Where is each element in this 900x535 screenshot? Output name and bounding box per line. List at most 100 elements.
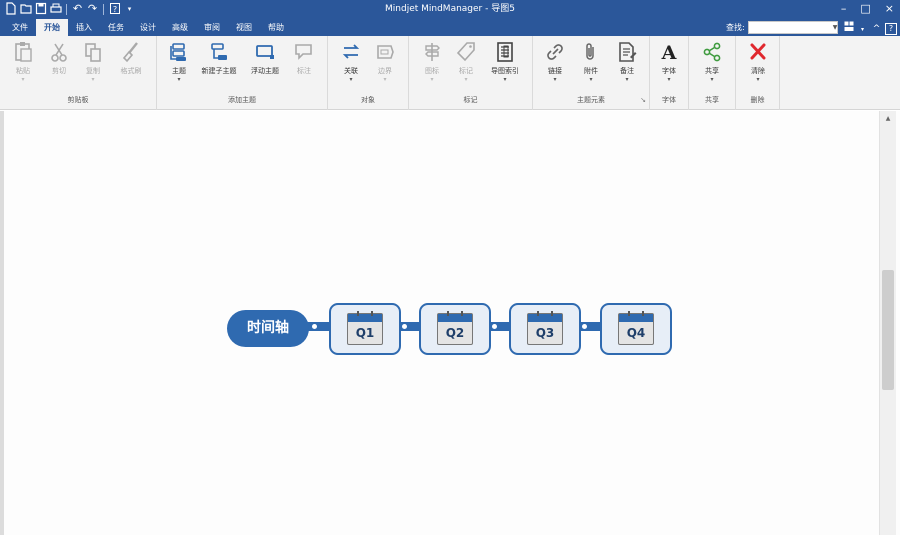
chevron-down-icon: ▾ [177, 76, 181, 83]
map-index-button[interactable]: 导图索引 ▾ [483, 39, 527, 83]
paperclip-icon [579, 39, 603, 65]
title-bar: ↶ ↷ ? ▾ Mindjet MindManager - 导图5 – □ × [0, 0, 900, 19]
chevron-down-icon: ▾ [91, 76, 95, 83]
dropdown-icon[interactable]: ▾ [857, 23, 868, 36]
scroll-up-icon[interactable]: ▲ [880, 114, 896, 124]
subtopic-q4[interactable]: Q4 [600, 303, 672, 355]
search-label: 查找: [726, 23, 745, 32]
group-clipboard: 粘贴 ▾ 剪切 复制 ▾ 格式刷 剪贴板 [0, 36, 157, 110]
link-icon [543, 39, 567, 65]
tab-insert[interactable]: 插入 [68, 19, 100, 36]
tab-home[interactable]: 开始 [36, 19, 68, 36]
window-controls: – □ × [841, 1, 894, 17]
maximize-icon[interactable]: □ [860, 1, 870, 17]
notes-button[interactable]: 备注 ▾ [609, 39, 645, 83]
share-label: 共享 [705, 67, 719, 75]
chevron-down-icon: ▾ [464, 76, 468, 83]
callout-button[interactable]: 标注 [287, 39, 321, 83]
copy-button[interactable]: 复制 ▾ [76, 39, 110, 83]
chevron-down-icon: ▾ [349, 76, 353, 83]
ribbon: 粘贴 ▾ 剪切 复制 ▾ 格式刷 剪贴板 主题 ▾ 新建子主题 浮动主题 标注 … [0, 36, 900, 110]
subtopic-q2[interactable]: Q2 [419, 303, 491, 355]
boundary-button[interactable]: 边界 ▾ [368, 39, 402, 83]
copy-icon [81, 39, 105, 65]
tab-review[interactable]: 审阅 [196, 19, 228, 36]
tab-design[interactable]: 设计 [132, 19, 164, 36]
topic-button[interactable]: 主题 ▾ [163, 39, 195, 83]
share-icon [700, 39, 724, 65]
tab-task[interactable]: 任务 [100, 19, 132, 36]
paste-button[interactable]: 粘贴 ▾ [4, 39, 42, 83]
layout-options-icon[interactable] [843, 21, 854, 37]
subtopic-label: Q3 [535, 326, 555, 340]
font-a-icon: A [657, 39, 681, 65]
collapse-ribbon-icon[interactable]: ^ [871, 23, 882, 36]
clear-button[interactable]: 清除 ▾ [742, 39, 774, 83]
relationship-button[interactable]: 关联 ▾ [334, 39, 368, 83]
map-index-label: 导图索引 [491, 67, 519, 75]
attachment-button[interactable]: 附件 ▾ [573, 39, 609, 83]
chevron-down-icon: ▾ [553, 76, 557, 83]
map-index-icon [493, 39, 517, 65]
font-button[interactable]: A 字体 ▾ [653, 39, 685, 83]
relationship-label: 关联 [344, 67, 358, 75]
brush-icon [119, 39, 143, 65]
attachment-label: 附件 [584, 67, 598, 75]
notes-icon [615, 39, 639, 65]
subtopic-q1[interactable]: Q1 [329, 303, 401, 355]
tab-file[interactable]: 文件 [4, 19, 36, 36]
vertical-scrollbar[interactable]: ▲ [879, 111, 896, 535]
tag-icon [454, 39, 478, 65]
search-dropdown-icon[interactable]: ▼ [832, 22, 838, 33]
help-icon[interactable]: ? [885, 23, 897, 35]
format-painter-button[interactable]: 格式刷 [110, 39, 152, 83]
collapse-dot[interactable] [312, 324, 317, 329]
chevron-down-icon: ▾ [710, 76, 714, 83]
link-label: 链接 [548, 67, 562, 75]
central-topic[interactable]: 时间轴 [227, 310, 309, 347]
tab-view[interactable]: 视图 [228, 19, 260, 36]
chevron-down-icon: ▾ [383, 76, 387, 83]
collapse-dot[interactable] [402, 324, 407, 329]
chevron-down-icon: ▾ [625, 76, 629, 83]
dialog-launcher-icon[interactable]: ↘ [640, 96, 646, 105]
callout-label: 标注 [297, 67, 311, 75]
search-input[interactable] [748, 21, 838, 34]
link-button[interactable]: 链接 ▾ [537, 39, 573, 83]
collapse-dot[interactable] [492, 324, 497, 329]
chevron-down-icon: ▾ [589, 76, 593, 83]
boundary-icon [373, 39, 397, 65]
group-add-topic: 主题 ▾ 新建子主题 浮动主题 标注 添加主题 [157, 36, 328, 110]
topic-icon [167, 39, 191, 65]
new-subtopic-button[interactable]: 新建子主题 [195, 39, 243, 83]
tab-advanced[interactable]: 高级 [164, 19, 196, 36]
notes-label: 备注 [620, 67, 634, 75]
chevron-down-icon: ▾ [503, 76, 507, 83]
new-subtopic-label: 新建子主题 [201, 67, 237, 75]
group-label-markers: 标记 [463, 96, 478, 104]
floating-topic-label: 浮动主题 [251, 67, 279, 75]
minimize-icon[interactable]: – [841, 1, 847, 17]
tags-button[interactable]: 标记 ▾ [449, 39, 483, 83]
scroll-thumb[interactable] [882, 270, 894, 390]
tab-help[interactable]: 帮助 [260, 19, 292, 36]
floating-topic-button[interactable]: 浮动主题 [243, 39, 287, 83]
cut-button[interactable]: 剪切 [42, 39, 76, 83]
floating-topic-icon [253, 39, 277, 65]
group-delete: 清除 ▾ 删除 [736, 36, 780, 110]
subtopic-q3[interactable]: Q3 [509, 303, 581, 355]
calendar-icon: Q2 [437, 311, 473, 345]
ribbon-tab-bar: 文件 开始 插入 任务 设计 高级 审阅 视图 帮助 查找: ▼ ▾ ^ ? [0, 19, 900, 36]
relationship-icon [339, 39, 363, 65]
icons-button[interactable]: 图标 ▾ [415, 39, 449, 83]
collapse-dot[interactable] [582, 324, 587, 329]
calendar-icon: Q3 [527, 311, 563, 345]
group-objects: 关联 ▾ 边界 ▾ 对象 [328, 36, 409, 110]
group-label-share: 共享 [705, 96, 719, 104]
subtopic-icon [207, 39, 231, 65]
callout-icon [292, 39, 316, 65]
share-button[interactable]: 共享 ▾ [696, 39, 728, 83]
close-icon[interactable]: × [885, 1, 894, 17]
clear-label: 清除 [751, 67, 765, 75]
window-title: Mindjet MindManager - 导图5 [385, 4, 515, 14]
